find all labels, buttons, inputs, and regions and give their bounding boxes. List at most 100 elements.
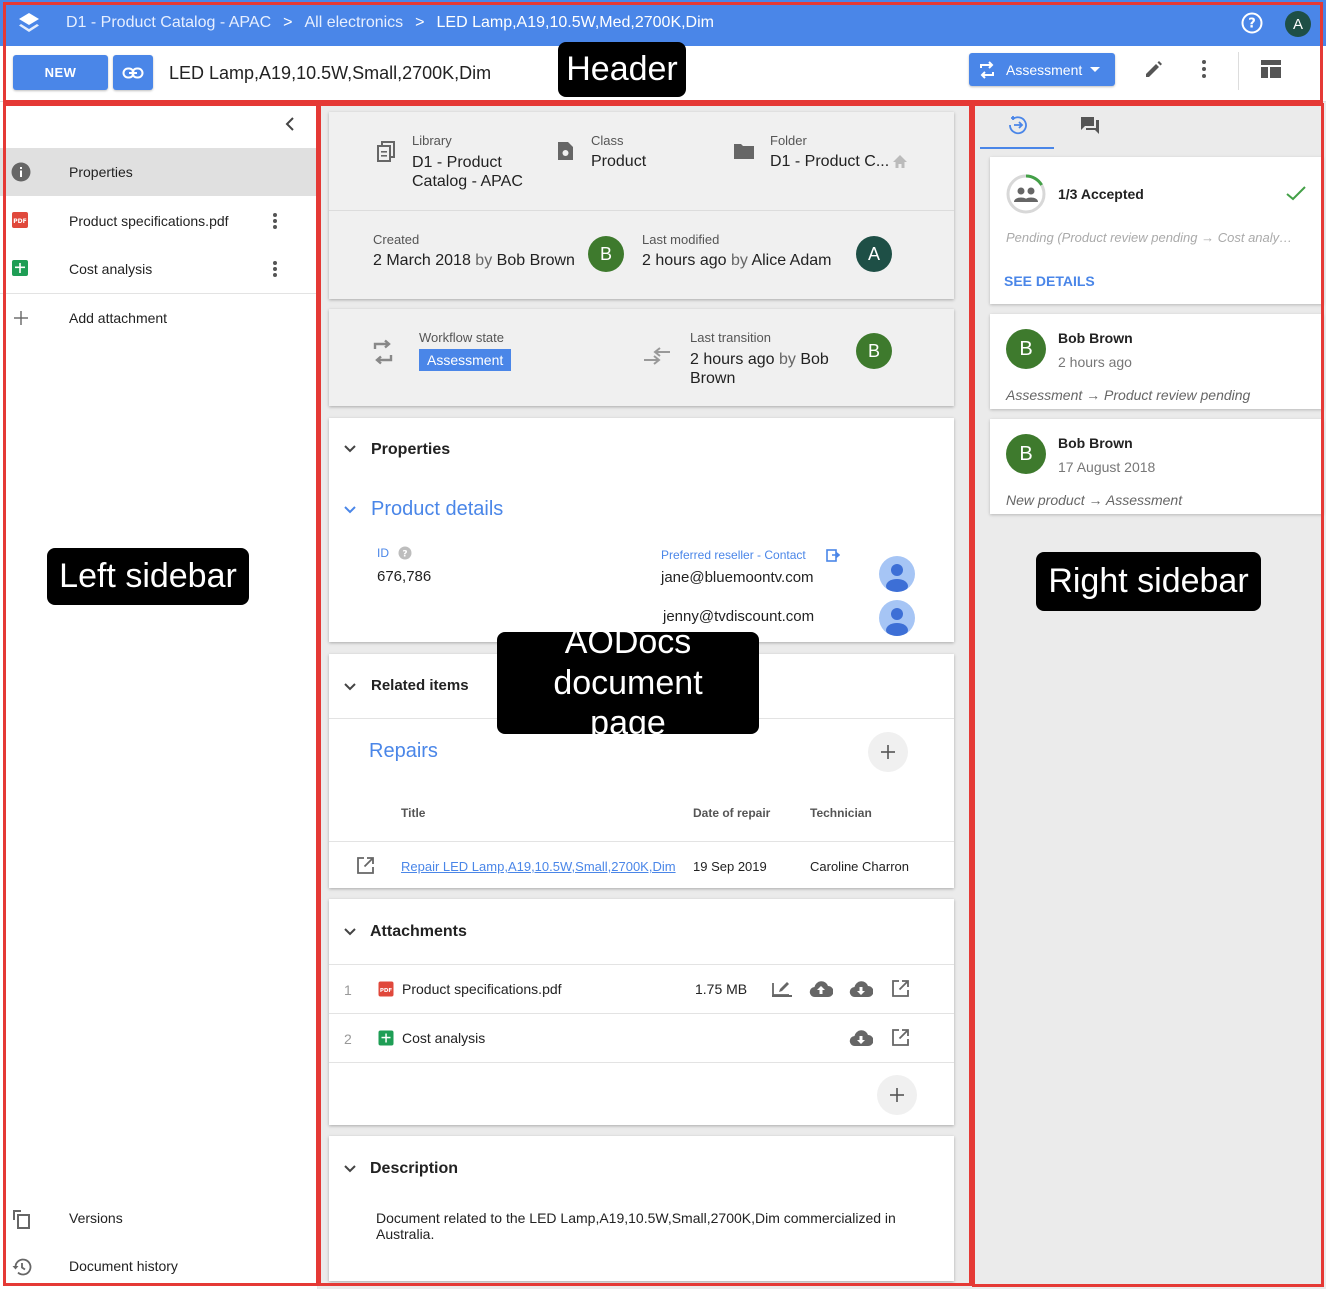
- history-entry: B Bob Brown 2 hours ago Assessment → Pro…: [990, 314, 1323, 409]
- document-page-annotation-label: AODocs document page: [497, 623, 759, 742]
- by-word: by: [730, 252, 748, 269]
- modified-label: Last modified: [642, 232, 720, 247]
- attachment-size: 1.75 MB: [695, 981, 748, 997]
- open-in-new-icon[interactable]: [356, 856, 375, 875]
- see-details-link[interactable]: SEE DETAILS: [1004, 273, 1095, 289]
- add-attachment-button[interactable]: [877, 1075, 917, 1115]
- attachment-name[interactable]: Product specifications.pdf: [402, 981, 562, 997]
- right-sidebar: 1/3 Accepted Pending (Product review pen…: [975, 102, 1326, 1289]
- sidebar-item-attachment[interactable]: PDF Product specifications.pdf: [0, 197, 318, 245]
- workflow-icon: [371, 339, 395, 365]
- history-user: Bob Brown: [1058, 330, 1133, 346]
- sidebar-item-properties[interactable]: Properties: [0, 148, 318, 196]
- more-vert-icon[interactable]: [1194, 58, 1214, 80]
- layout-toggle-icon[interactable]: [1259, 58, 1283, 80]
- sidebar-item-document-history[interactable]: Document history: [0, 1242, 318, 1289]
- last-transition-label: Last transition: [690, 330, 771, 345]
- cloud-download-icon[interactable]: [849, 980, 873, 998]
- cloud-upload-icon[interactable]: [809, 980, 833, 998]
- history-time: 17 August 2018: [1058, 459, 1156, 475]
- add-related-item-button[interactable]: [868, 732, 908, 772]
- folder-value[interactable]: D1 - Product C...: [770, 153, 889, 171]
- history-transition: Assessment → Product review pending: [1006, 387, 1251, 403]
- sidebar-item-label: Document history: [69, 1258, 178, 1274]
- sheets-icon: [378, 1030, 394, 1046]
- approval-status: 1/3 Accepted: [1058, 186, 1144, 202]
- user-avatar[interactable]: A: [1285, 11, 1311, 37]
- attachment-index: 1: [344, 982, 352, 998]
- tab-workflow-icon[interactable]: [1007, 114, 1029, 136]
- open-in-new-icon[interactable]: [891, 1028, 910, 1047]
- section-title[interactable]: Properties: [371, 441, 450, 459]
- repair-date: 19 Sep 2019: [693, 859, 767, 874]
- chevron-down-icon[interactable]: [343, 927, 357, 937]
- modifier-avatar: A: [856, 236, 892, 272]
- library-label: Library: [412, 133, 452, 148]
- breadcrumb-library[interactable]: D1 - Product Catalog - APAC: [66, 14, 271, 32]
- column-header[interactable]: Title: [401, 806, 425, 820]
- creator-name: Bob Brown: [496, 252, 575, 269]
- column-header[interactable]: Date of repair: [693, 806, 770, 820]
- related-group-title[interactable]: Repairs: [369, 740, 438, 763]
- breadcrumb-view[interactable]: All electronics: [304, 14, 403, 32]
- contact-email[interactable]: jane@bluemoontv.com: [661, 569, 814, 586]
- related-item-link[interactable]: Repair LED Lamp,A19,10.5W,Small,2700K,Di…: [401, 859, 676, 874]
- tab-comments-icon[interactable]: [1079, 115, 1101, 135]
- chevron-down-icon[interactable]: [343, 682, 357, 692]
- chevron-down-icon[interactable]: [343, 444, 357, 454]
- edit-pencil-icon[interactable]: [1143, 58, 1165, 80]
- help-circle-icon[interactable]: ?: [398, 546, 412, 560]
- transition-time: 2 hours ago: [690, 351, 775, 368]
- new-button[interactable]: NEW: [13, 55, 108, 90]
- workflow-state-badge: Assessment: [419, 349, 512, 371]
- id-label: ID: [377, 546, 389, 560]
- library-icon: [375, 140, 397, 162]
- copy-contact-icon[interactable]: [826, 548, 840, 563]
- class-icon: [555, 140, 575, 162]
- sidebar-item-label: Properties: [69, 164, 133, 180]
- section-title[interactable]: Related items: [371, 677, 469, 694]
- property-group-title[interactable]: Product details: [371, 498, 503, 521]
- last-transition-value: 2 hours ago by Bob Brown: [690, 350, 840, 388]
- add-attachment-button[interactable]: Add attachment: [0, 294, 318, 342]
- history-entry: B Bob Brown 17 August 2018 New product →…: [990, 419, 1323, 514]
- history-transition: New product → Assessment: [1006, 492, 1183, 508]
- home-icon[interactable]: [892, 154, 908, 170]
- header-annotation-label: Header: [558, 42, 686, 97]
- right-sidebar-tabs: [975, 102, 1326, 150]
- modifier-name: Alice Adam: [751, 252, 832, 269]
- sidebar-item-versions[interactable]: Versions: [0, 1194, 318, 1242]
- library-value[interactable]: D1 - Product Catalog - APAC: [412, 153, 542, 191]
- approval-pending-text: Pending (Product review pending → Cost a…: [1006, 230, 1293, 245]
- tab-indicator: [980, 147, 1054, 149]
- created-date: 2 March 2018: [373, 252, 471, 269]
- creator-avatar: B: [588, 236, 624, 272]
- workflow-state-button[interactable]: Assessment: [969, 53, 1115, 86]
- collapse-chevron-left-icon[interactable]: [280, 114, 300, 134]
- chevron-down-icon[interactable]: [343, 1164, 357, 1174]
- plus-icon: [881, 745, 895, 759]
- toolbar-divider: [1238, 52, 1239, 90]
- class-value: Product: [591, 153, 647, 170]
- left-sidebar-annotation-label: Left sidebar: [47, 548, 249, 605]
- workflow-card: Workflow state Assessment Last transitio…: [329, 309, 954, 406]
- attachment-name[interactable]: Cost analysis: [402, 1030, 485, 1046]
- copy-link-button[interactable]: [113, 55, 153, 90]
- section-title[interactable]: Attachments: [370, 923, 467, 941]
- edit-attachment-icon[interactable]: [771, 979, 793, 999]
- versions-icon: [11, 1208, 33, 1230]
- by-word: by: [778, 351, 796, 368]
- user-avatar: B: [1006, 434, 1046, 474]
- chevron-down-icon[interactable]: [343, 505, 357, 515]
- more-vert-icon[interactable]: [265, 259, 285, 279]
- sidebar-item-attachment[interactable]: Cost analysis: [0, 245, 318, 293]
- cloud-download-icon[interactable]: [849, 1029, 873, 1047]
- help-icon[interactable]: ?: [1241, 12, 1263, 34]
- modified-value: 2 hours ago by Alice Adam: [642, 252, 831, 270]
- top-app-bar: D1 - Product Catalog - APAC > All electr…: [0, 0, 1326, 46]
- open-in-new-icon[interactable]: [891, 979, 910, 998]
- section-title[interactable]: Description: [370, 1160, 458, 1178]
- more-vert-icon[interactable]: [265, 211, 285, 231]
- column-header[interactable]: Technician: [810, 806, 872, 820]
- aodocs-logo-icon[interactable]: [18, 12, 40, 36]
